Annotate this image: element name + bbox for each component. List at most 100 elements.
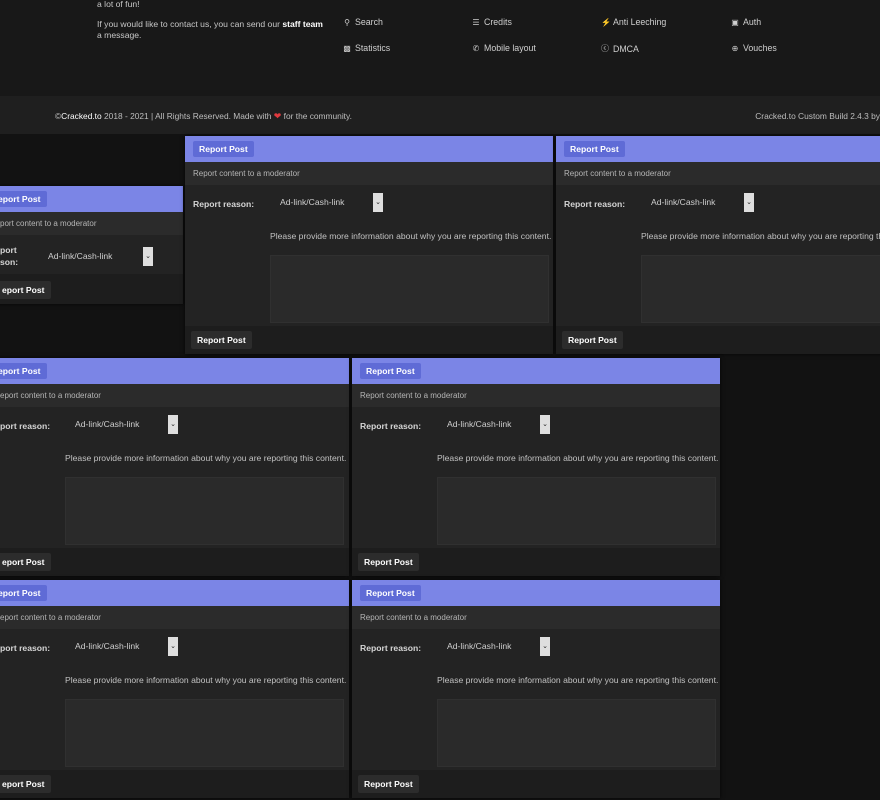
about-text: can also learn many things here, meet ne… bbox=[97, 0, 327, 50]
report-post-button[interactable]: Report Post bbox=[562, 331, 623, 349]
modal-header: Report Post bbox=[352, 580, 720, 606]
modal-subtitle: eport content to a moderator bbox=[0, 384, 349, 407]
report-modal-mid-1: eport Post eport content to a moderator … bbox=[0, 358, 349, 576]
modal-header: eport Post bbox=[0, 358, 349, 384]
build-info: Cracked.to Custom Build 2.4.3 by bbox=[755, 111, 880, 121]
report-details-textarea[interactable] bbox=[65, 477, 344, 545]
report-modal-top-1: Report Post Report content to a moderato… bbox=[185, 136, 553, 354]
report-details-textarea[interactable] bbox=[437, 477, 716, 545]
report-reason-select[interactable]: Ad-link/Cash-link ⌄ bbox=[41, 247, 153, 266]
report-description-label: Please provide more information about wh… bbox=[65, 453, 347, 463]
footer-link-search[interactable]: ⚲ Search bbox=[343, 17, 383, 27]
credits-icon: ☰ bbox=[472, 17, 480, 27]
footer-link-mobile-layout[interactable]: ✆ Mobile layout bbox=[472, 43, 536, 53]
modal-title: Report Post bbox=[193, 141, 254, 157]
report-post-button[interactable]: eport Post bbox=[0, 775, 51, 793]
report-modal-mid-2: Report Post Report content to a moderato… bbox=[352, 358, 720, 576]
report-reason-label: Report reason: bbox=[564, 199, 626, 209]
report-reason-label: Report reason: bbox=[360, 643, 422, 653]
report-post-button[interactable]: Report Post bbox=[358, 775, 419, 793]
report-description-label: Please provide more information about wh… bbox=[65, 675, 347, 685]
staff-team-link[interactable]: staff team bbox=[282, 19, 323, 29]
modal-title: eport Post bbox=[0, 585, 47, 601]
phone-icon: ✆ bbox=[472, 43, 480, 53]
modal-footer: Report Post bbox=[185, 326, 553, 354]
report-reason-select[interactable]: Ad-link/Cash-link ⌄ bbox=[440, 637, 550, 656]
report-modal-top-2: Report Post Report content to a moderato… bbox=[556, 136, 880, 354]
footer-link-dmca[interactable]: ⓒ DMCA bbox=[601, 43, 639, 54]
footer-link-statistics[interactable]: ▩ Statistics bbox=[343, 43, 390, 53]
report-details-textarea[interactable] bbox=[437, 699, 716, 767]
footer-link-credits[interactable]: ☰ Credits bbox=[472, 17, 511, 27]
copyright-icon: ⓒ bbox=[601, 44, 609, 53]
report-modal-bottom-2: Report Post Report content to a moderato… bbox=[352, 580, 720, 798]
report-description-label: Please provide more information about wh… bbox=[437, 453, 719, 463]
report-description-label: Please provide more information about wh… bbox=[437, 675, 719, 685]
report-post-button[interactable]: Report Post bbox=[191, 331, 252, 349]
report-modal-small: eport Post port content to a moderator p… bbox=[0, 186, 183, 304]
modal-header: Report Post bbox=[556, 136, 880, 162]
report-description-label: Please provide more information about wh… bbox=[641, 231, 880, 241]
report-post-button[interactable]: Report Post bbox=[358, 553, 419, 571]
modal-subtitle: Report content to a moderator bbox=[185, 162, 553, 185]
chevron-down-icon[interactable]: ⌄ bbox=[373, 193, 383, 212]
modal-title: eport Post bbox=[0, 363, 47, 379]
chart-icon: ▩ bbox=[343, 43, 351, 53]
chevron-down-icon[interactable]: ⌄ bbox=[540, 637, 550, 656]
chevron-down-icon[interactable]: ⌄ bbox=[744, 193, 754, 212]
modal-footer: Report Post bbox=[352, 548, 720, 576]
chevron-down-icon[interactable]: ⌄ bbox=[143, 247, 153, 266]
modal-title: Report Post bbox=[360, 585, 421, 601]
report-modal-bottom-1: eport Post eport content to a moderator … bbox=[0, 580, 349, 798]
report-reason-label: port son: bbox=[0, 245, 19, 267]
report-reason-select[interactable]: Ad-link/Cash-link ⌄ bbox=[68, 637, 178, 656]
modal-footer: eport Post bbox=[0, 770, 349, 798]
copyright-bar: ©Cracked.to 2018 - 2021 | All Rights Res… bbox=[0, 96, 880, 134]
report-reason-select[interactable]: Ad-link/Cash-link ⌄ bbox=[68, 415, 178, 434]
report-reason-select[interactable]: Ad-link/Cash-link ⌄ bbox=[273, 193, 383, 212]
modal-footer: eport Post bbox=[0, 548, 349, 576]
modal-title: eport Post bbox=[0, 191, 47, 207]
chevron-down-icon[interactable]: ⌄ bbox=[540, 415, 550, 434]
report-reason-label: port reason: bbox=[0, 421, 51, 431]
report-reason-label: port reason: bbox=[0, 643, 51, 653]
report-post-button[interactable]: eport Post bbox=[0, 281, 51, 299]
footer-link-vouches[interactable]: ⊕ Vouches bbox=[731, 43, 777, 53]
report-reason-select[interactable]: Ad-link/Cash-link ⌄ bbox=[644, 193, 754, 212]
report-details-textarea[interactable] bbox=[270, 255, 549, 323]
bolt-icon: ⚡ bbox=[601, 17, 611, 27]
report-description-label: Please provide more information about wh… bbox=[270, 231, 552, 241]
modal-footer: Report Post bbox=[352, 770, 720, 798]
lock-icon: ▣ bbox=[731, 17, 739, 27]
modal-title: Report Post bbox=[564, 141, 625, 157]
report-post-button[interactable]: eport Post bbox=[0, 553, 51, 571]
report-reason-label: Report reason: bbox=[193, 199, 255, 209]
copyright-text: ©Cracked.to 2018 - 2021 | All Rights Res… bbox=[55, 111, 352, 121]
modal-subtitle: eport content to a moderator bbox=[0, 606, 349, 629]
report-reason-label: Report reason: bbox=[360, 421, 422, 431]
report-details-textarea[interactable] bbox=[65, 699, 344, 767]
modal-footer: eport Post bbox=[0, 274, 183, 304]
modal-footer: Report Post bbox=[556, 326, 880, 354]
modal-subtitle: port content to a moderator bbox=[0, 212, 183, 235]
report-reason-select[interactable]: Ad-link/Cash-link ⌄ bbox=[440, 415, 550, 434]
modal-title: Report Post bbox=[360, 363, 421, 379]
chevron-down-icon[interactable]: ⌄ bbox=[168, 415, 178, 434]
report-details-textarea[interactable] bbox=[641, 255, 880, 323]
modal-subtitle: Report content to a moderator bbox=[556, 162, 880, 185]
modal-header: eport Post bbox=[0, 186, 183, 212]
footer-top: can also learn many things here, meet ne… bbox=[0, 0, 880, 96]
search-icon: ⚲ bbox=[344, 17, 350, 27]
modal-subtitle: Report content to a moderator bbox=[352, 606, 720, 629]
brand-link[interactable]: Cracked.to bbox=[61, 111, 102, 121]
modal-header: Report Post bbox=[185, 136, 553, 162]
modal-header: eport Post bbox=[0, 580, 349, 606]
modal-subtitle: Report content to a moderator bbox=[352, 384, 720, 407]
modal-header: Report Post bbox=[352, 358, 720, 384]
plus-circle-icon: ⊕ bbox=[731, 43, 739, 53]
about-line-2: If you would like to contact us, you can… bbox=[97, 19, 323, 40]
about-line-1: can also learn many things here, meet ne… bbox=[97, 0, 140, 9]
chevron-down-icon[interactable]: ⌄ bbox=[168, 637, 178, 656]
footer-link-auth[interactable]: ▣ Auth bbox=[731, 17, 761, 27]
footer-link-anti-leeching[interactable]: ⚡ Anti Leeching bbox=[601, 17, 666, 27]
